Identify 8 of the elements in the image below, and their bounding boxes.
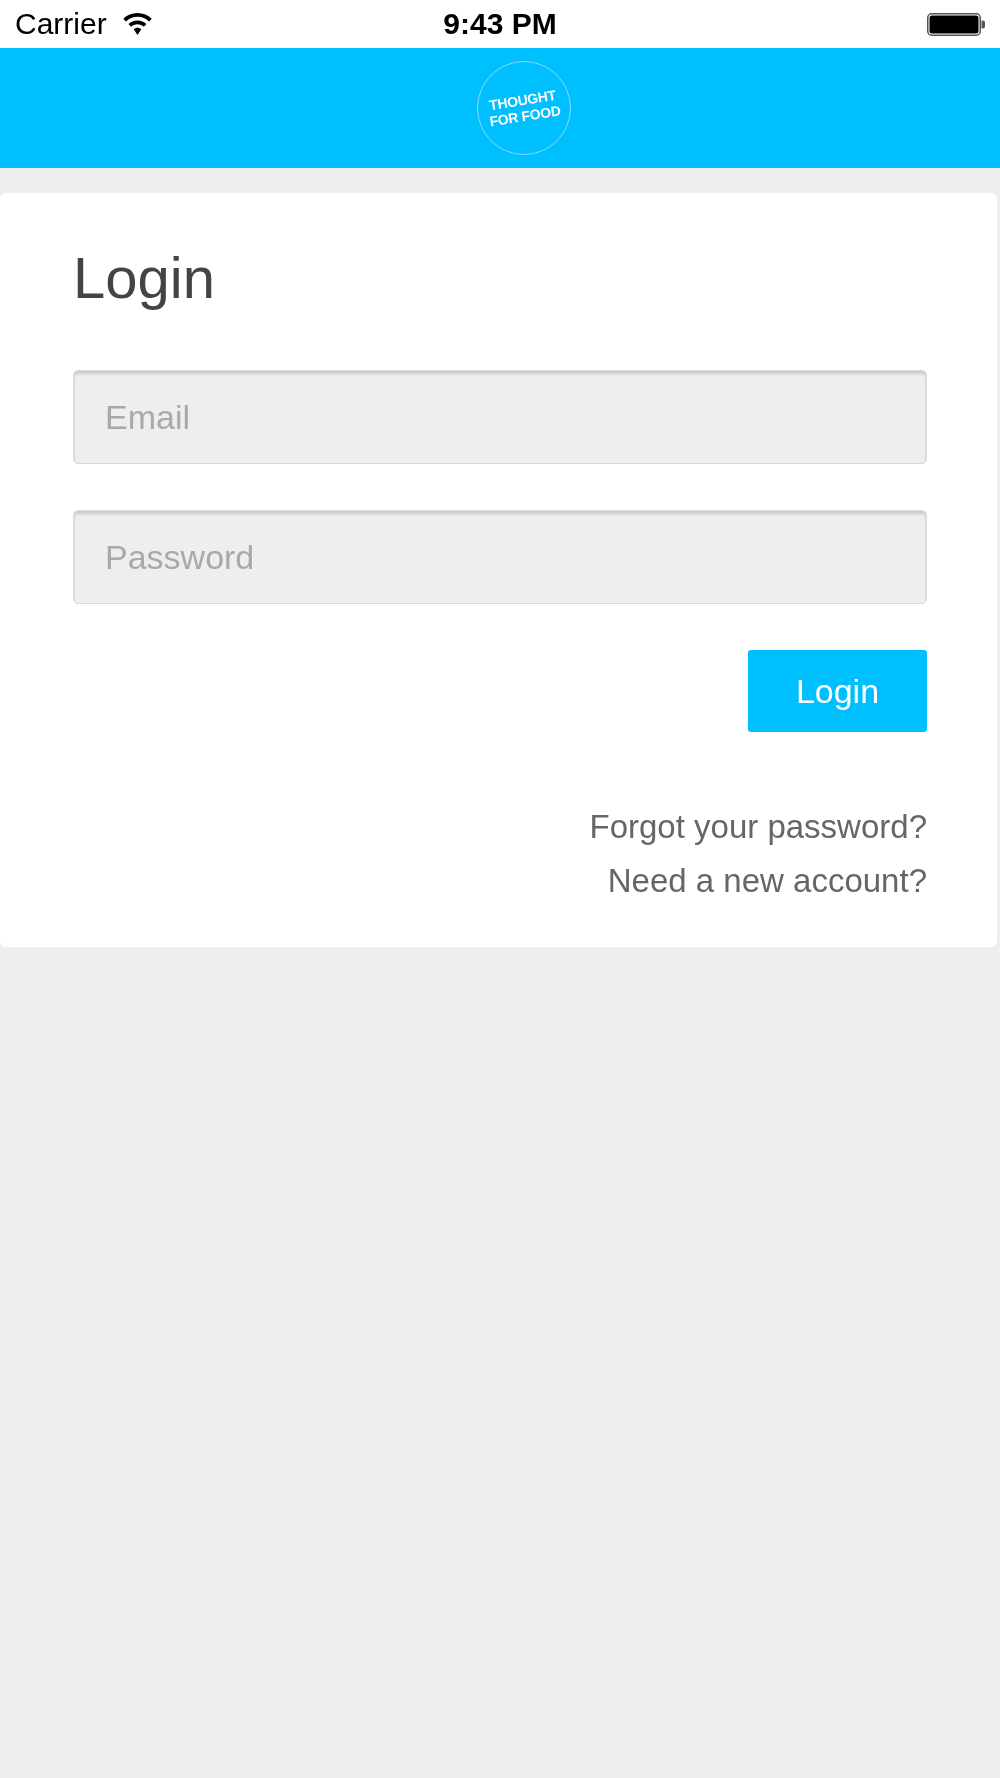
wifi-icon — [122, 13, 152, 35]
email-field[interactable]: Email — [73, 370, 927, 464]
password-field[interactable]: Password — [73, 510, 927, 604]
forgot-password-link[interactable]: Forgot your password? — [589, 800, 927, 854]
time-text: 9:43 PM — [443, 9, 557, 39]
new-account-link[interactable]: Need a new account? — [607, 854, 927, 908]
battery-icon — [927, 12, 985, 36]
carrier-text: Carrier — [15, 9, 107, 39]
